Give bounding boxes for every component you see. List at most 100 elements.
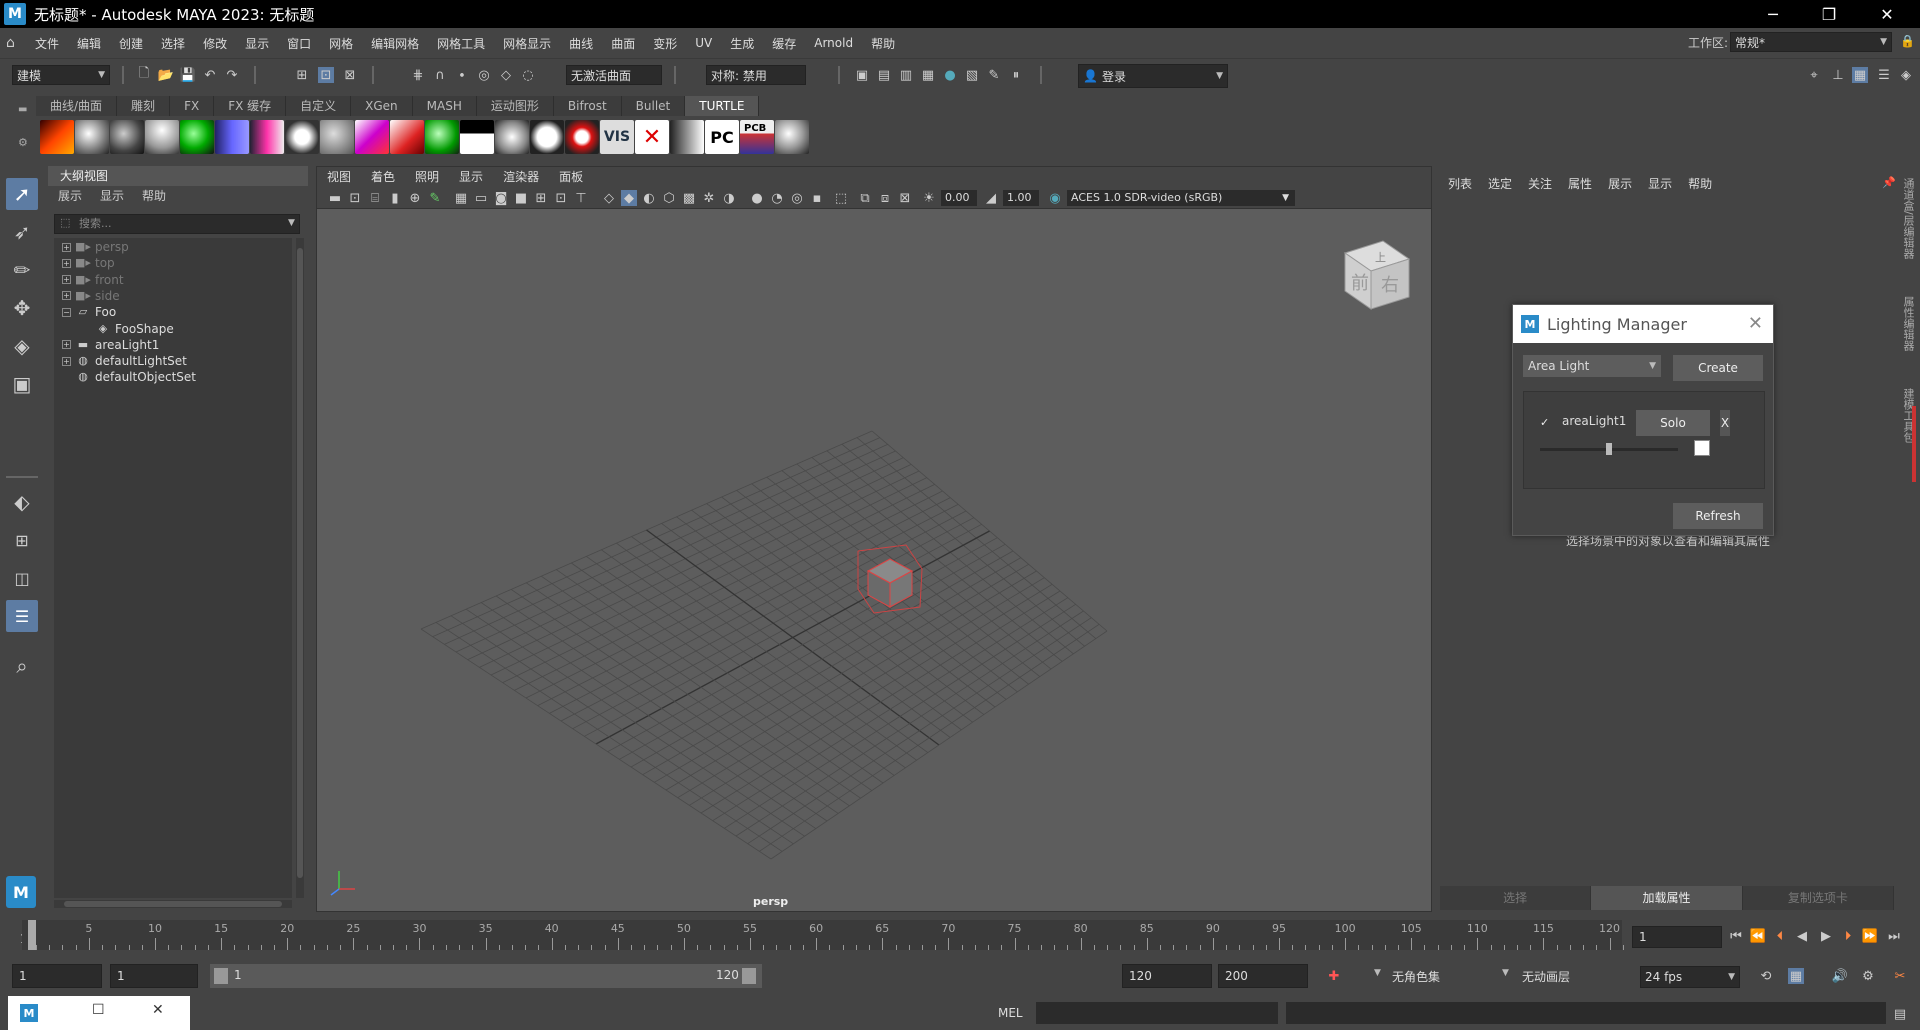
outliner-item-top[interactable]: + ■▸ top <box>62 254 115 272</box>
wireframe-on-shaded-icon[interactable]: ⬡ <box>661 190 677 206</box>
render-view-icon[interactable]: ▣ <box>854 67 870 83</box>
render-setup-icon[interactable]: ▧ <box>964 67 980 83</box>
scene-canvas[interactable]: 上 前 右 <box>317 209 1431 911</box>
outliner-menu-display[interactable]: 显示 <box>100 186 124 206</box>
outliner-menu-show[interactable]: 展示 <box>58 186 82 206</box>
menu-file[interactable]: 文件 <box>26 35 68 52</box>
outliner-item-persp[interactable]: + ■▸ persp <box>62 238 129 256</box>
selected-cube[interactable] <box>857 544 923 614</box>
undo-icon[interactable]: ↶ <box>202 67 218 83</box>
blue-grid-icon[interactable] <box>215 120 249 154</box>
gradient-bake-icon[interactable] <box>670 120 704 154</box>
vp-menu-show[interactable]: 显示 <box>449 167 493 187</box>
attr-menu-show[interactable]: 展示 <box>1608 175 1648 192</box>
light-editor-icon[interactable]: ✎ <box>986 67 1002 83</box>
playback-end-field[interactable]: 120 <box>1122 964 1212 988</box>
solo-button[interactable]: Solo <box>1636 410 1710 436</box>
range-start-handle[interactable] <box>214 968 228 984</box>
use-all-lights-icon[interactable]: ✲ <box>701 190 717 206</box>
menu-help[interactable]: 帮助 <box>862 35 904 52</box>
select-tab[interactable]: 选择 <box>1440 886 1592 910</box>
symmetry-field[interactable]: 对称: 禁用 <box>706 65 806 85</box>
expand-toggle-icon[interactable]: + <box>62 356 71 366</box>
shelf-tab-custom[interactable]: 自定义 <box>286 96 352 116</box>
playback-speed-icon[interactable]: ✂ <box>1892 968 1908 984</box>
turtle-render-icon[interactable] <box>40 120 74 154</box>
step-forward-key-icon[interactable]: ⏵ <box>1840 928 1856 944</box>
pin-icon[interactable]: 📌 <box>1882 176 1896 189</box>
attr-menu-help[interactable]: 帮助 <box>1688 175 1728 192</box>
sample-icon[interactable] <box>250 120 284 154</box>
outliner-item-defaultObjectSet[interactable]: ◍ defaultObjectSet <box>62 368 196 386</box>
outliner-menu-help[interactable]: 帮助 <box>142 186 166 206</box>
select-object-icon[interactable]: ⊡ <box>318 67 334 83</box>
shadows-icon[interactable]: ◑ <box>721 190 737 206</box>
outliner-item-defaultLightSet[interactable]: + ◍ defaultLightSet <box>62 352 187 370</box>
attr-menu-attributes[interactable]: 属性 <box>1568 175 1608 192</box>
render-frame-icon[interactable]: ▤ <box>876 67 892 83</box>
create-button[interactable]: Create <box>1673 355 1763 381</box>
grid-icon[interactable]: ▦ <box>453 190 469 206</box>
film-gate-icon[interactable]: ▭ <box>473 190 489 206</box>
open-scene-icon[interactable]: 📂 <box>158 67 174 83</box>
lock-icon[interactable]: 🔒 <box>1900 34 1915 48</box>
current-time-marker[interactable] <box>28 920 36 950</box>
chevron-down-icon[interactable]: ▼ <box>1502 968 1509 978</box>
vp-menu-renderer[interactable]: 渲染器 <box>493 167 549 187</box>
exposure-field[interactable]: 0.00 <box>941 190 977 206</box>
speaker-icon[interactable] <box>320 120 354 154</box>
green-sphere-icon[interactable] <box>180 120 214 154</box>
color-management-icon[interactable]: ◉ <box>1047 190 1063 206</box>
refresh-button[interactable]: Refresh <box>1673 503 1763 529</box>
tool-settings-icon[interactable]: ☰ <box>1876 67 1892 83</box>
textured-icon[interactable]: ▩ <box>681 190 697 206</box>
delete-light-button[interactable]: X <box>1720 410 1730 436</box>
lighting-manager-titlebar[interactable]: M Lighting Manager ✕ <box>1513 305 1773 343</box>
maya-home-icon[interactable]: M <box>6 876 36 908</box>
outliner-item-Foo[interactable]: − ▱ Foo <box>62 303 116 321</box>
photon-icon[interactable] <box>285 120 319 154</box>
expand-toggle-icon[interactable]: + <box>62 275 71 285</box>
menu-mesh-display[interactable]: 网格显示 <box>494 35 560 52</box>
viewport-panel[interactable]: 视图 着色 照明 显示 渲染器 面板 ▬ ⊡ ⌸ ▮ ⊕ ✎ ▦ ▭ ◙ ■ ⊞… <box>316 166 1432 912</box>
outliner-layout-icon[interactable]: ☰ <box>6 600 38 632</box>
attr-menu-focus[interactable]: 关注 <box>1528 175 1568 192</box>
attr-menu-display[interactable]: 显示 <box>1648 175 1688 192</box>
menu-cache[interactable]: 缓存 <box>763 35 805 52</box>
shelf-tab-fx[interactable]: FX <box>170 96 215 116</box>
color-space-dropdown[interactable]: ACES 1.0 SDR-video (sRGB) ▼ <box>1067 190 1295 206</box>
copy-tab[interactable]: 复制选项卡 <box>1742 886 1894 910</box>
sound-icon[interactable]: 🔊 <box>1832 968 1848 984</box>
menu-generate[interactable]: 生成 <box>721 35 763 52</box>
outliner-item-areaLight1[interactable]: + ▬ areaLight1 <box>62 336 159 354</box>
close-icon[interactable]: ✕ <box>152 1002 164 1018</box>
animation-start-field[interactable]: 1 <box>12 964 102 988</box>
xray-joints-icon[interactable]: ⧈ <box>877 190 893 206</box>
attr-menu-list[interactable]: 列表 <box>1448 175 1488 192</box>
menu-mesh-tools[interactable]: 网格工具 <box>428 35 494 52</box>
image-plane-icon[interactable]: ▮ <box>387 190 403 206</box>
select-hierarchy-icon[interactable]: ⊞ <box>294 67 310 83</box>
load-attributes-tab[interactable]: 加载属性 <box>1591 886 1743 910</box>
go-to-start-icon[interactable]: ⏮ <box>1728 928 1744 944</box>
outliner-item-front[interactable]: + ■▸ front <box>62 271 124 289</box>
menu-select[interactable]: 选择 <box>152 35 194 52</box>
modeling-toolkit-icon[interactable]: ⌖ <box>1806 67 1822 83</box>
layer-editor-icon[interactable]: ◈ <box>1898 67 1914 83</box>
no-render-icon[interactable]: ✕ <box>635 120 669 154</box>
menu-create[interactable]: 创建 <box>110 35 152 52</box>
new-scene-icon[interactable]: 🗋 <box>136 66 152 83</box>
2d-pan-icon[interactable]: ⊕ <box>407 190 423 206</box>
search-dropdown-icon[interactable]: ▼ <box>288 218 295 228</box>
playback-start-field[interactable]: 1 <box>110 964 198 988</box>
loop-icon[interactable]: ⟲ <box>1758 968 1774 984</box>
gamma-icon[interactable]: ◢ <box>983 190 999 206</box>
default-material-icon[interactable]: ◐ <box>641 190 657 206</box>
outliner-item-side[interactable]: + ■▸ side <box>62 287 120 305</box>
gamma-field[interactable]: 1.00 <box>1003 190 1039 206</box>
minimized-window-tab[interactable]: M ☐ ✕ <box>8 996 190 1030</box>
live-surface-field[interactable]: 无激活曲面 <box>566 65 662 85</box>
sphere-bake-icon[interactable] <box>75 120 109 154</box>
menu-surfaces[interactable]: 曲面 <box>602 35 644 52</box>
hypershade-icon[interactable]: ● <box>942 67 958 83</box>
